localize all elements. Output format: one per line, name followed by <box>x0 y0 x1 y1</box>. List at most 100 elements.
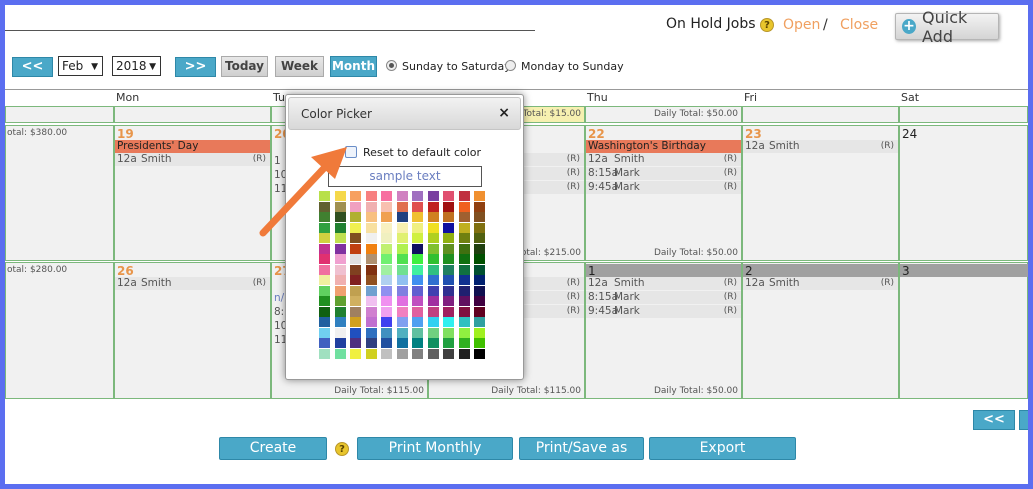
open-link[interactable]: Open <box>783 17 820 33</box>
appointment[interactable]: 12a Smith (R) <box>115 153 270 166</box>
color-swatch[interactable] <box>474 233 485 243</box>
color-swatch[interactable] <box>412 222 423 233</box>
color-swatch[interactable] <box>458 285 470 296</box>
color-swatch[interactable] <box>427 348 439 359</box>
color-swatch[interactable] <box>319 254 330 264</box>
color-swatch[interactable] <box>319 327 330 338</box>
color-swatch[interactable] <box>396 191 408 201</box>
color-swatch[interactable] <box>365 348 377 359</box>
color-swatch[interactable] <box>334 243 346 254</box>
create-invoices-button[interactable]: Create Invoices <box>219 437 327 477</box>
color-swatch[interactable] <box>427 275 439 285</box>
color-swatch[interactable] <box>474 201 485 212</box>
color-swatch[interactable] <box>443 306 454 317</box>
appointment[interactable]: 8:15a Mark (R) <box>586 167 741 180</box>
export-appointments-button[interactable]: Export Appointments <box>649 437 796 477</box>
color-swatch[interactable] <box>412 254 423 264</box>
color-swatch[interactable] <box>396 285 408 296</box>
color-swatch[interactable] <box>427 285 439 296</box>
color-swatch[interactable] <box>412 306 423 317</box>
color-swatch[interactable] <box>350 306 361 317</box>
color-swatch[interactable] <box>396 243 408 254</box>
close-link[interactable]: Close <box>840 17 878 33</box>
color-swatch[interactable] <box>350 254 361 264</box>
pager-prev-button[interactable]: << <box>973 410 1015 430</box>
color-swatch[interactable] <box>334 296 346 306</box>
color-swatch[interactable] <box>381 264 392 275</box>
color-swatch[interactable] <box>458 348 470 359</box>
color-swatch[interactable] <box>350 338 361 348</box>
color-swatch[interactable] <box>365 275 377 285</box>
calendar-cell-22[interactable]: 22 Washington's Birthday 12a Smith (R) 8… <box>585 125 742 261</box>
color-swatch[interactable] <box>381 306 392 317</box>
radio-monday-to-sunday[interactable] <box>505 60 516 71</box>
color-swatch[interactable] <box>381 296 392 306</box>
color-swatch[interactable] <box>396 222 408 233</box>
color-swatch[interactable] <box>350 264 361 275</box>
color-swatch[interactable] <box>474 317 485 327</box>
color-swatch[interactable] <box>412 348 423 359</box>
radio-sunday-to-saturday[interactable] <box>386 60 397 71</box>
color-swatch[interactable] <box>396 233 408 243</box>
color-swatch[interactable] <box>427 317 439 327</box>
color-swatch[interactable] <box>412 243 423 254</box>
color-swatch[interactable] <box>474 296 485 306</box>
color-swatch[interactable] <box>381 222 392 233</box>
calendar-cell[interactable] <box>899 106 1028 123</box>
color-swatch[interactable] <box>396 275 408 285</box>
appointment[interactable]: 12a Smith (R) <box>743 140 898 153</box>
color-swatch[interactable] <box>350 296 361 306</box>
calendar-cell[interactable] <box>5 106 114 123</box>
help-icon[interactable]: ? <box>335 442 349 456</box>
color-swatch[interactable] <box>458 233 470 243</box>
color-swatch[interactable] <box>396 327 408 338</box>
color-swatch[interactable] <box>474 191 485 201</box>
color-swatch[interactable] <box>381 201 392 212</box>
help-icon[interactable]: ? <box>760 18 774 32</box>
month-select[interactable]: Feb ▼ <box>58 56 103 76</box>
color-swatch[interactable] <box>365 243 377 254</box>
color-swatch[interactable] <box>458 222 470 233</box>
color-swatch[interactable] <box>319 317 330 327</box>
calendar-cell-2[interactable]: 2 12a Smith (R) <box>742 262 899 399</box>
color-swatch[interactable] <box>458 201 470 212</box>
color-swatch[interactable] <box>365 285 377 296</box>
color-swatch[interactable] <box>396 306 408 317</box>
color-swatch[interactable] <box>381 348 392 359</box>
today-button[interactable]: Today <box>221 56 268 77</box>
color-swatch[interactable] <box>443 348 454 359</box>
color-swatch[interactable] <box>458 306 470 317</box>
calendar-cell[interactable]: Daily Total: $50.00 <box>585 106 742 123</box>
next-month-button[interactable]: >> <box>175 57 216 77</box>
color-swatch[interactable] <box>474 348 485 359</box>
color-swatch[interactable] <box>381 191 392 201</box>
color-swatch[interactable] <box>319 243 330 254</box>
color-swatch[interactable] <box>381 275 392 285</box>
color-swatch[interactable] <box>443 222 454 233</box>
color-swatch[interactable] <box>334 275 346 285</box>
color-swatch[interactable] <box>443 212 454 222</box>
color-swatch[interactable] <box>412 191 423 201</box>
color-swatch[interactable] <box>381 285 392 296</box>
color-swatch[interactable] <box>427 201 439 212</box>
color-swatch[interactable] <box>334 327 346 338</box>
color-swatch[interactable] <box>381 233 392 243</box>
color-swatch[interactable] <box>365 306 377 317</box>
color-swatch[interactable] <box>412 296 423 306</box>
color-swatch[interactable] <box>319 285 330 296</box>
calendar-cell-1[interactable]: 1 12a Smith (R) 8:15a Mark (R) 9:45a Mar… <box>585 262 742 399</box>
color-swatch[interactable] <box>381 338 392 348</box>
print-monthly-calendar-button[interactable]: Print Monthly Calendar <box>357 437 513 477</box>
color-swatch[interactable] <box>365 222 377 233</box>
color-swatch[interactable] <box>319 306 330 317</box>
color-swatch[interactable] <box>365 317 377 327</box>
appointment[interactable]: 8:15a Mark (R) <box>586 291 741 304</box>
color-swatch[interactable] <box>427 233 439 243</box>
color-swatch[interactable] <box>474 254 485 264</box>
color-swatch[interactable] <box>474 222 485 233</box>
color-swatch[interactable] <box>412 233 423 243</box>
color-swatch[interactable] <box>319 296 330 306</box>
color-swatch[interactable] <box>381 243 392 254</box>
color-swatch[interactable] <box>458 191 470 201</box>
color-swatch[interactable] <box>443 254 454 264</box>
